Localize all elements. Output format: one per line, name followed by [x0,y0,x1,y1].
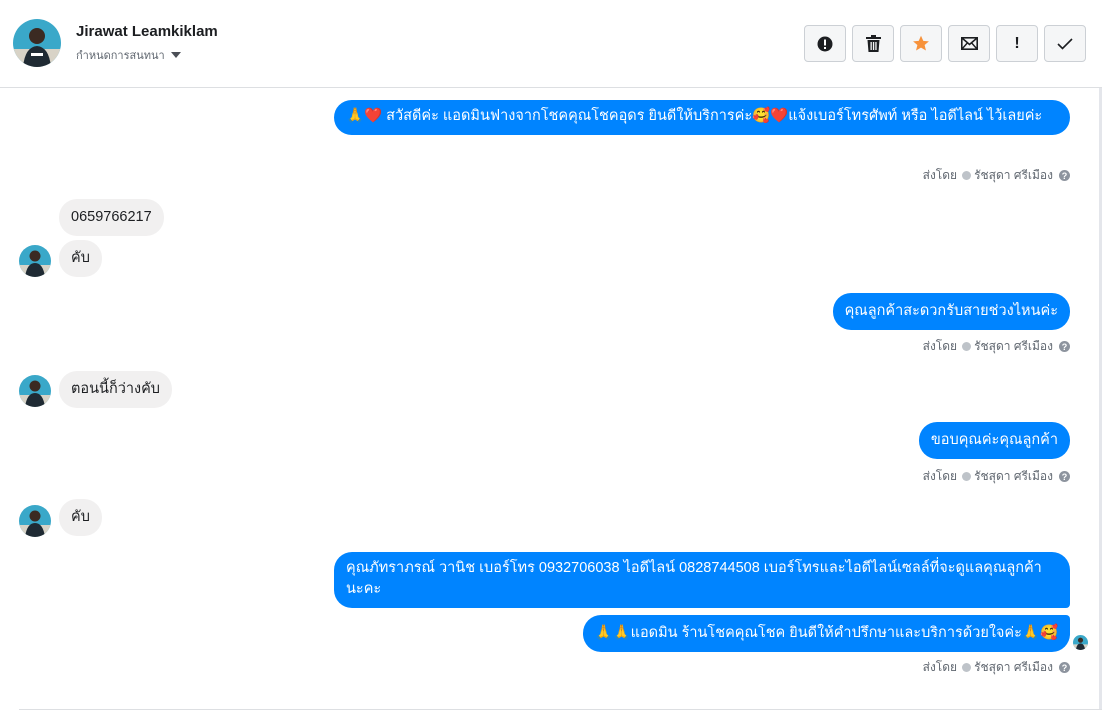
mark-unread-button[interactable] [948,25,990,62]
important-icon: ! [1014,34,1020,52]
sent-by-info: ส่งโดย รัชสุดา ศรีเมือง ? [923,658,1070,677]
message-text: คับ [71,509,90,525]
help-icon[interactable]: ? [1059,662,1070,673]
sent-by-label: ส่งโดย [922,469,958,483]
sender-avatar-icon [962,171,972,180]
sender-avatar[interactable] [19,245,51,277]
outgoing-message[interactable]: 🙏❤️ สวัสดีค่ะ แอดมินฟางจากโชคคุณโชคอุดร … [334,100,1070,135]
message-text: คุณภัทราภรณ์ วานิช เบอร์โทร 0932706038 ไ… [346,560,1042,597]
sent-by-info: ส่งโดย รัชสุดา ศรีเมือง ? [923,467,1070,486]
star-icon [913,35,929,51]
conversation-header: Jirawat Leamkiklam กำหนดการสนทนา ! [0,0,1102,88]
sender-name: รัชสุดา ศรีเมือง [974,168,1053,182]
sent-by-label: ส่งโดย [922,168,958,182]
delete-button[interactable] [852,25,894,62]
mark-done-button[interactable] [1044,25,1086,62]
sender-avatar[interactable] [19,505,51,537]
star-button[interactable] [900,25,942,62]
outgoing-message[interactable]: คุณภัทราภรณ์ วานิช เบอร์โทร 0932706038 ไ… [334,552,1070,608]
message-text: 🙏❤️ สวัสดีค่ะ แอดมินฟางจากโชคคุณโชคอุดร … [346,108,1043,124]
help-icon[interactable]: ? [1059,471,1070,482]
sender-avatar-icon [962,342,972,351]
action-toolbar: ! [804,25,1086,62]
outgoing-message[interactable]: 🙏🙏แอดมิน ร้านโชคคุณโชค ยินดีให้คำปรึกษาแ… [582,615,1070,652]
message-text: 0659766217 [71,209,152,225]
conversation-status-dropdown[interactable]: กำหนดการสนทนา [76,46,181,64]
message-text: ขอบคุณค่ะคุณลูกค้า [930,432,1058,448]
incoming-message[interactable]: 0659766217 [59,199,164,236]
message-text: คุณลูกค้าสะดวกรับสายช่วงไหนค่ะ [844,303,1058,319]
seen-avatar [1073,635,1088,650]
sender-avatar-icon [962,663,972,672]
message-text: คับ [71,250,90,266]
help-icon[interactable]: ? [1059,341,1070,352]
message-text: 🙏🙏แอดมิน ร้านโชคคุณโชค ยินดีให้คำปรึกษาแ… [594,625,1058,641]
sender-name: รัชสุดา ศรีเมือง [974,660,1053,674]
sent-by-info: ส่งโดย รัชสุดา ศรีเมือง ? [923,337,1070,356]
trash-icon [865,35,881,52]
outgoing-message[interactable]: คุณลูกค้าสะดวกรับสายช่วงไหนค่ะ [832,293,1070,330]
divider [19,709,1102,710]
conversation-status-label: กำหนดการสนทนา [76,50,165,62]
sender-avatar[interactable] [19,375,51,407]
sent-by-label: ส่งโดย [922,660,958,674]
incoming-message[interactable]: คับ [59,499,102,536]
sender-name: รัชสุดา ศรีเมือง [974,339,1053,353]
mark-spam-button[interactable] [804,25,846,62]
check-icon [1057,37,1073,50]
help-icon[interactable]: ? [1059,170,1070,181]
incoming-message[interactable]: คับ [59,240,102,277]
incoming-message[interactable]: ตอนนี้ก็ว่างคับ [59,371,172,408]
sent-by-label: ส่งโดย [922,339,958,353]
mark-important-button[interactable]: ! [996,25,1038,62]
message-text: ตอนนี้ก็ว่างคับ [71,381,160,397]
spam-icon [817,36,833,51]
avatar[interactable] [13,19,61,67]
sender-avatar-icon [962,472,972,481]
sent-by-info: ส่งโดย รัชสุดา ศรีเมือง ? [923,166,1070,185]
outgoing-message[interactable]: ขอบคุณค่ะคุณลูกค้า [918,422,1070,459]
mail-icon [960,37,978,50]
sender-name: รัชสุดา ศรีเมือง [974,469,1053,483]
contact-name[interactable]: Jirawat Leamkiklam [76,23,218,40]
caret-down-icon [170,52,181,58]
